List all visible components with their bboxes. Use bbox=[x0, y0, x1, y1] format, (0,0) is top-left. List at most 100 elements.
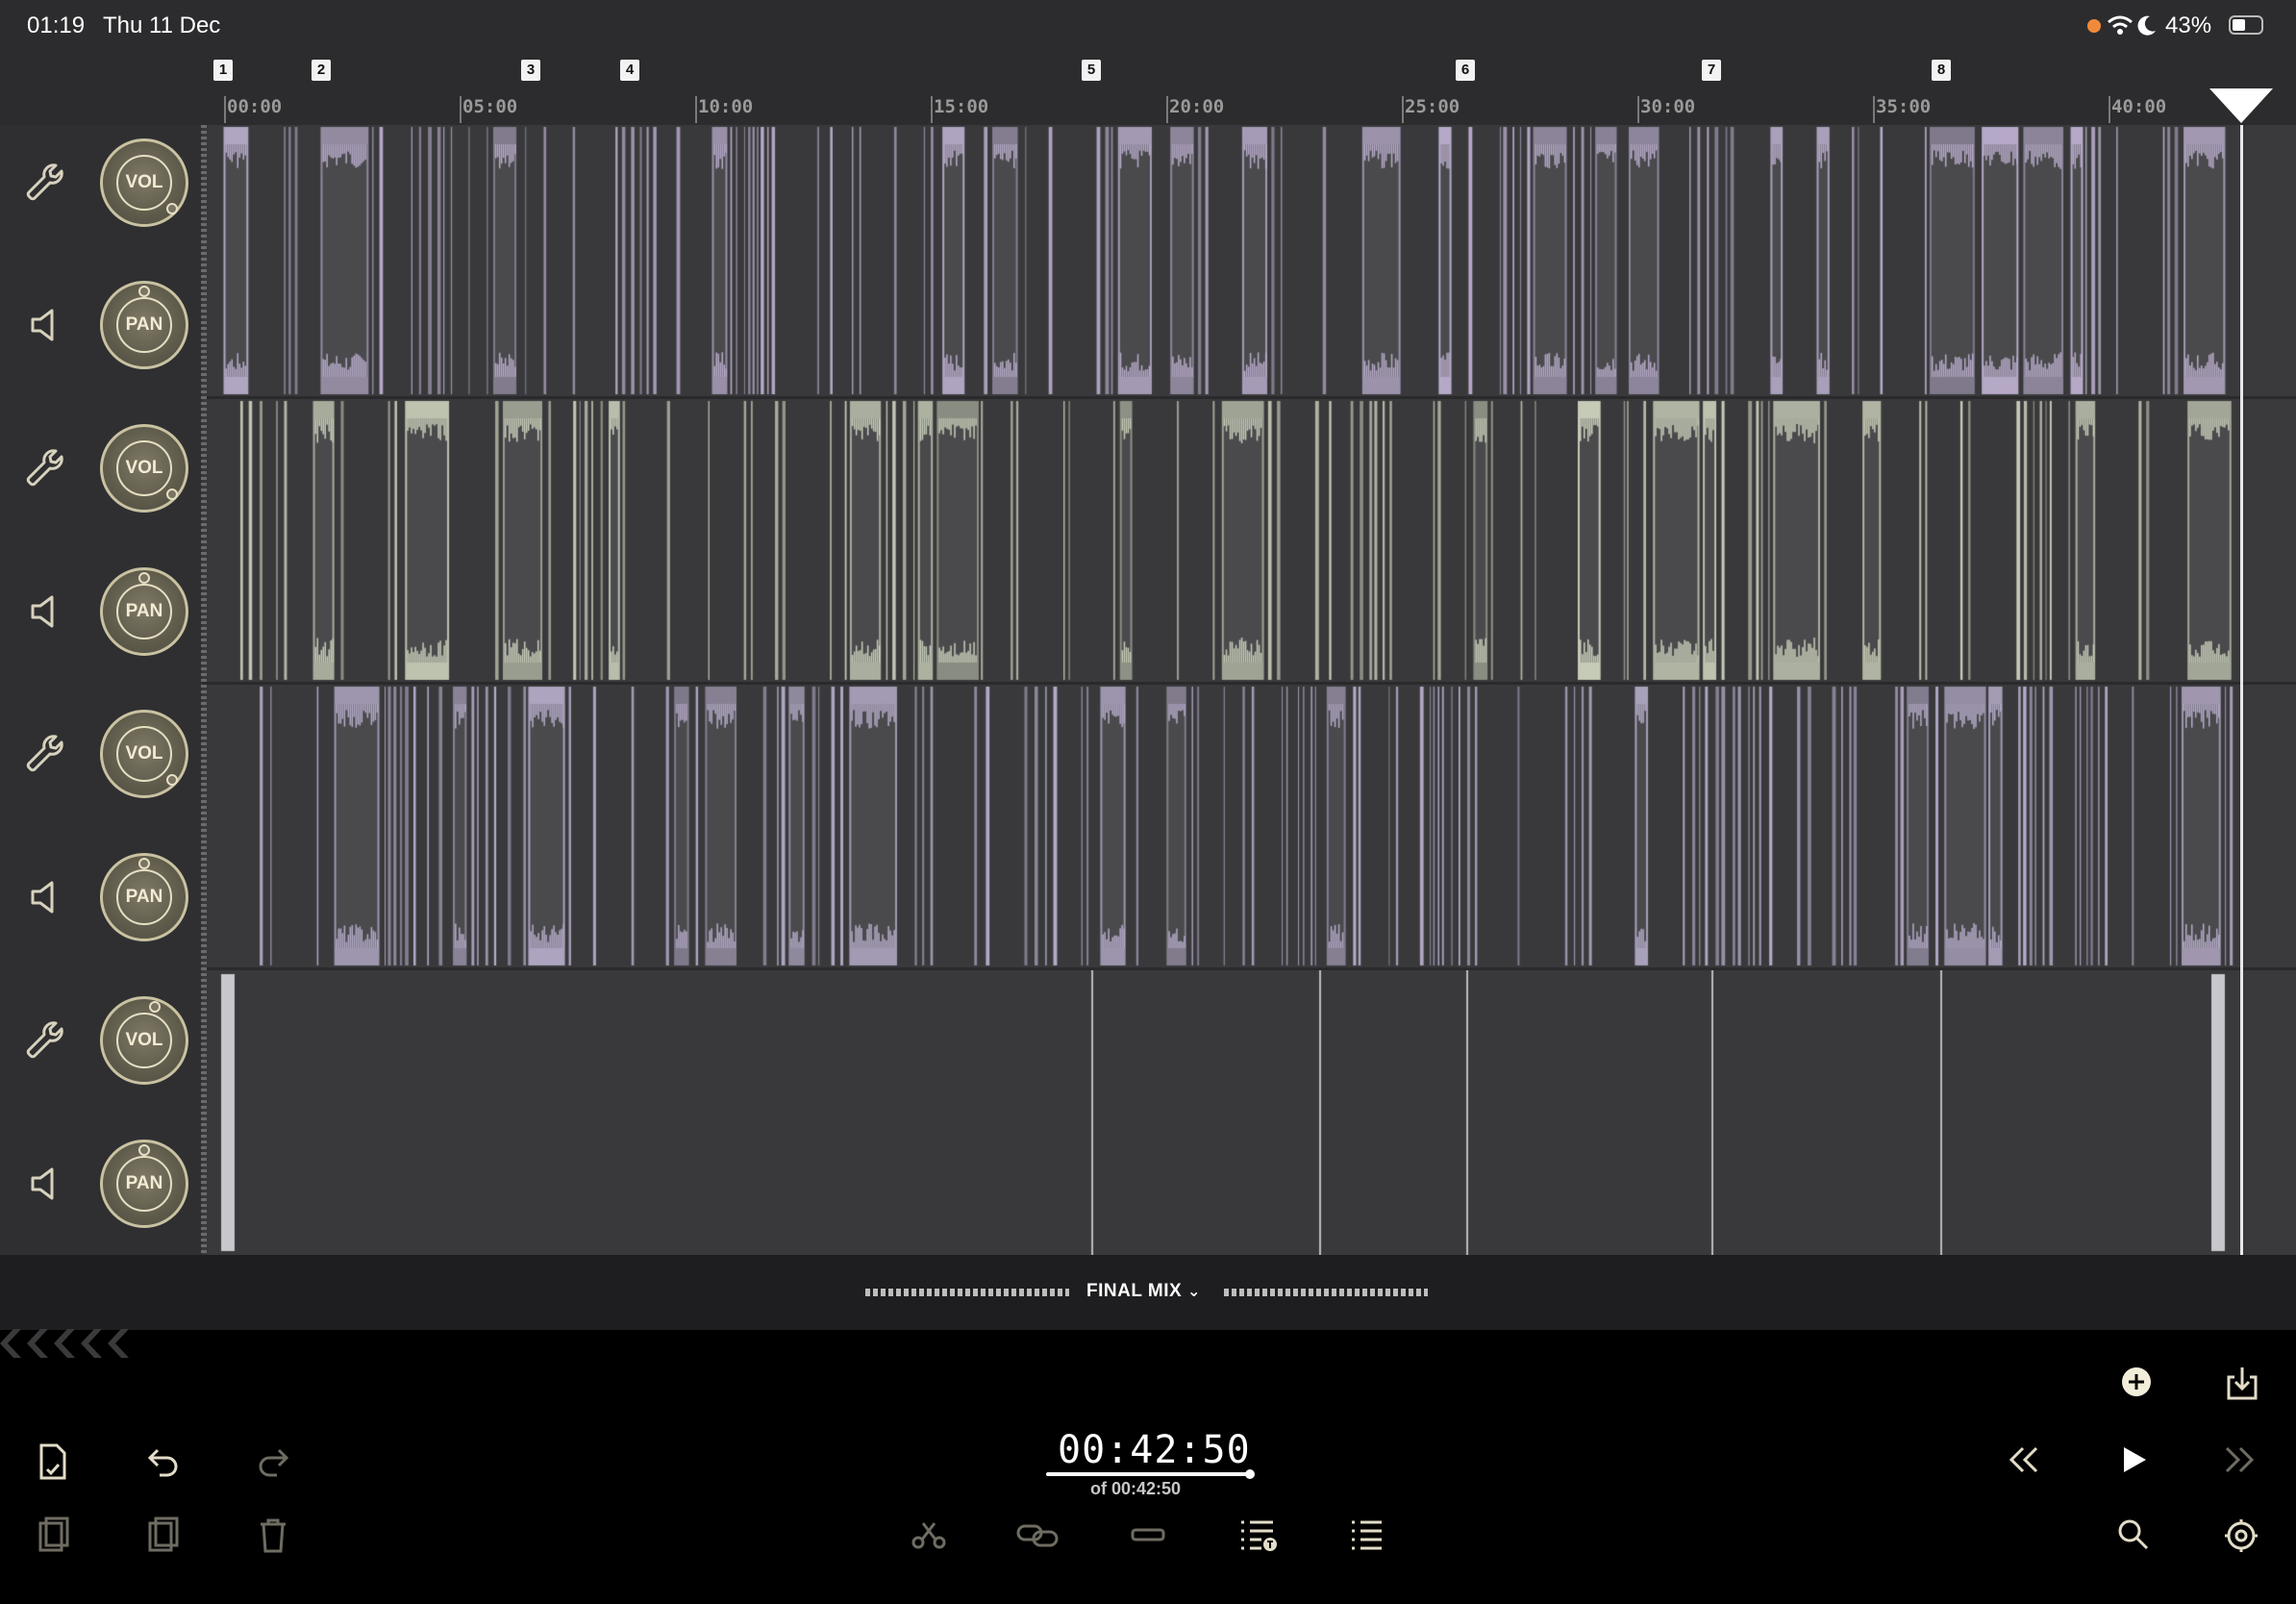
lane-edge bbox=[201, 125, 207, 1255]
pan-knob[interactable]: PAN bbox=[100, 853, 188, 941]
tick-line bbox=[1166, 96, 1168, 123]
scissors-icon[interactable] bbox=[910, 1519, 948, 1550]
marker-1[interactable]: 1 bbox=[213, 60, 233, 81]
redo-icon[interactable] bbox=[256, 1444, 290, 1479]
paste-icon[interactable] bbox=[37, 1516, 71, 1554]
track-lane-4[interactable] bbox=[202, 970, 2248, 1255]
tick-label: 25:00 bbox=[1405, 96, 1460, 117]
speaker-icon[interactable] bbox=[27, 592, 62, 631]
knob-indicator bbox=[138, 572, 150, 584]
speaker-icon[interactable] bbox=[27, 306, 62, 344]
wifi-icon bbox=[2108, 15, 2133, 35]
status-time: 01:19 bbox=[27, 13, 86, 38]
link-icon[interactable] bbox=[1015, 1521, 1060, 1550]
copy-icon[interactable] bbox=[146, 1516, 181, 1554]
tick-line bbox=[1873, 96, 1875, 123]
gear-icon[interactable] bbox=[2223, 1517, 2259, 1554]
marker-2[interactable]: 2 bbox=[312, 60, 331, 81]
timeline-ruler[interactable] bbox=[0, 56, 2296, 125]
marker-7[interactable]: 7 bbox=[1702, 60, 1721, 81]
time-progress-bar[interactable] bbox=[1046, 1472, 1252, 1476]
tick-label: 15:00 bbox=[934, 96, 989, 117]
tick-line bbox=[2109, 96, 2110, 123]
tick-line bbox=[695, 96, 697, 123]
tick-label: 35:00 bbox=[1876, 96, 1932, 117]
total-time: of 00:42:50 bbox=[1090, 1479, 1182, 1498]
marker-4[interactable]: 4 bbox=[620, 60, 639, 81]
knob-indicator bbox=[149, 1001, 161, 1013]
list-time-icon[interactable] bbox=[1238, 1517, 1279, 1552]
marker-8[interactable]: 8 bbox=[1932, 60, 1951, 81]
speaker-icon[interactable] bbox=[27, 1165, 62, 1203]
track-separator bbox=[202, 396, 2296, 399]
final-mix-selector[interactable]: FINAL MIX ⌄ bbox=[1086, 1281, 1201, 1302]
mix-divider bbox=[1224, 1289, 1428, 1296]
plus-circle-icon[interactable] bbox=[2120, 1366, 2153, 1398]
knob-indicator bbox=[166, 774, 178, 786]
fast-forward-icon[interactable] bbox=[2223, 1444, 2258, 1475]
knob-indicator bbox=[138, 858, 150, 869]
volume-label: VOL bbox=[116, 155, 172, 211]
pan-knob[interactable]: PAN bbox=[100, 1140, 188, 1228]
download-icon[interactable] bbox=[2225, 1364, 2259, 1402]
track-lane-2[interactable] bbox=[202, 399, 2248, 682]
recording-dot-icon bbox=[2087, 19, 2101, 33]
knob-indicator bbox=[138, 286, 150, 297]
tick-line bbox=[931, 96, 933, 123]
wrench-icon[interactable] bbox=[23, 445, 67, 489]
list-icon[interactable] bbox=[1349, 1517, 1384, 1552]
playhead-handle[interactable] bbox=[2208, 87, 2275, 125]
pan-label: PAN bbox=[116, 869, 172, 925]
volume-knob[interactable]: VOL bbox=[100, 996, 188, 1085]
status-bar bbox=[0, 0, 2296, 56]
wrench-icon[interactable] bbox=[23, 160, 67, 204]
tick-label: 00:00 bbox=[227, 96, 283, 117]
volume-knob[interactable]: VOL bbox=[100, 424, 188, 513]
play-icon[interactable] bbox=[2120, 1444, 2149, 1475]
current-time: 00:42:50 bbox=[1058, 1428, 1251, 1472]
playhead-line bbox=[2240, 125, 2243, 1255]
tick-label: 30:00 bbox=[1640, 96, 1696, 117]
pan-knob[interactable]: PAN bbox=[100, 281, 188, 369]
split-icon[interactable] bbox=[1131, 1526, 1165, 1543]
pan-knob[interactable]: PAN bbox=[100, 567, 188, 656]
final-mix-label: FINAL MIX bbox=[1086, 1281, 1183, 1301]
knob-indicator bbox=[138, 1144, 150, 1156]
volume-label: VOL bbox=[116, 726, 172, 782]
wrench-icon[interactable] bbox=[23, 731, 67, 775]
pan-label: PAN bbox=[116, 1156, 172, 1212]
tick-label: 10:00 bbox=[698, 96, 754, 117]
collapse-handle[interactable] bbox=[0, 1329, 144, 1358]
tick-label: 20:00 bbox=[1169, 96, 1225, 117]
speaker-icon[interactable] bbox=[27, 878, 62, 916]
marker-6[interactable]: 6 bbox=[1456, 60, 1475, 81]
pan-label: PAN bbox=[116, 297, 172, 353]
track-lane-1[interactable] bbox=[202, 125, 2248, 396]
track-lane-3[interactable] bbox=[202, 685, 2248, 967]
volume-label: VOL bbox=[116, 440, 172, 496]
volume-knob[interactable]: VOL bbox=[100, 138, 188, 227]
tick-line bbox=[460, 96, 462, 123]
tick-label: 05:00 bbox=[462, 96, 518, 117]
track-separator bbox=[202, 967, 2296, 970]
pan-label: PAN bbox=[116, 584, 172, 639]
trash-icon[interactable] bbox=[256, 1516, 290, 1554]
chevron-down-icon: ⌄ bbox=[1186, 1284, 1201, 1300]
rewind-icon[interactable] bbox=[2006, 1444, 2040, 1475]
track-separator bbox=[202, 682, 2296, 685]
time-progress-handle[interactable] bbox=[1245, 1469, 1255, 1479]
moon-icon bbox=[2137, 15, 2156, 36]
marker-5[interactable]: 5 bbox=[1082, 60, 1101, 81]
marker-3[interactable]: 3 bbox=[521, 60, 540, 81]
knob-indicator bbox=[166, 203, 178, 214]
battery-icon bbox=[2229, 15, 2263, 35]
wrench-icon[interactable] bbox=[23, 1017, 67, 1062]
search-icon[interactable] bbox=[2116, 1517, 2151, 1552]
volume-label: VOL bbox=[116, 1013, 172, 1068]
battery-percent: 43% bbox=[2165, 13, 2212, 38]
tick-label: 40:00 bbox=[2111, 96, 2167, 117]
file-icon[interactable] bbox=[36, 1442, 70, 1481]
undo-icon[interactable] bbox=[146, 1444, 181, 1479]
status-date: Thu 11 Dec bbox=[103, 13, 221, 38]
volume-knob[interactable]: VOL bbox=[100, 710, 188, 798]
